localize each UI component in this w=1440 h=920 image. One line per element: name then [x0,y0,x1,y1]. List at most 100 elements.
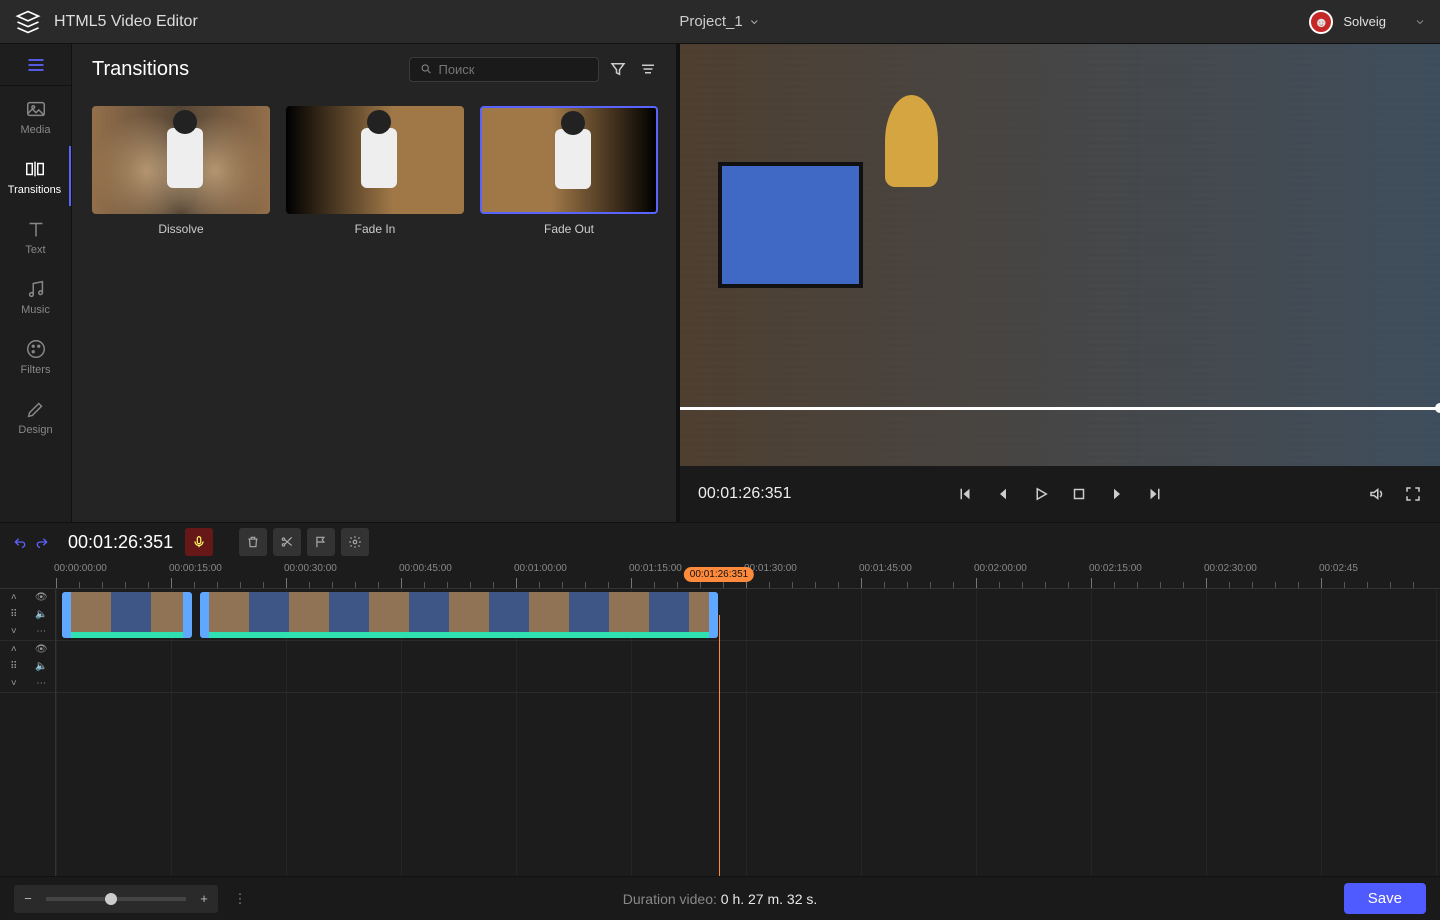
preview-scrub-bar[interactable] [680,407,1440,410]
transition-tile-fadeout[interactable]: Fade Out [480,106,658,236]
track-visible-icon[interactable]: 👁 [28,641,56,658]
next-frame-icon[interactable] [1108,485,1126,503]
cut-button[interactable] [273,528,301,556]
settings-button[interactable] [341,528,369,556]
playhead-marker[interactable]: 00:01:26:351 [684,567,754,582]
ruler-tick [1390,582,1391,588]
track-down-icon[interactable]: ˅ [0,675,28,692]
palette-icon [25,338,47,360]
tile-label: Fade In [355,222,396,236]
sidebar-item-media[interactable]: Media [0,86,71,146]
image-icon [25,98,47,120]
preview-timecode: 00:01:26:351 [698,485,791,503]
transition-tile-dissolve[interactable]: Dissolve [92,106,270,236]
track-more-icon[interactable]: ⋯ [28,675,56,692]
step-back-icon[interactable] [956,485,974,503]
browser-title: Transitions [92,58,189,81]
zoom-slider-handle[interactable] [105,893,117,905]
ruler-label: 00:01:45:00 [859,563,912,574]
project-selector[interactable]: Project_1 [679,13,760,30]
flag-icon [314,535,328,549]
ruler-tick [953,582,954,588]
preview-viewport[interactable] [680,44,1440,466]
ruler-tick [148,582,149,588]
ruler-tick [447,582,448,588]
ruler-tick [1068,582,1069,588]
zoom-menu-button[interactable]: ⋮ [228,885,252,913]
track-drag-icon[interactable]: ⠿ [0,606,28,623]
delete-button[interactable] [239,528,267,556]
track-drag-icon[interactable]: ⠿ [0,658,28,675]
track-row-1[interactable] [56,589,1440,641]
timeline-tracks: ˄👁 ⠿🔈 ˅⋯ ˄👁 ⠿🔈 ˅⋯ [0,589,1440,876]
app-title: HTML5 Video Editor [54,13,198,31]
track-up-icon[interactable]: ˄ [0,589,28,606]
transition-tile-fadein[interactable]: Fade In [286,106,464,236]
hamburger-button[interactable] [0,44,71,86]
timeline-ruler[interactable]: 00:00:00:0000:00:15:0000:00:30:0000:00:4… [0,561,1440,589]
marker-button[interactable] [307,528,335,556]
duration-value: 0 h. 27 m. 32 s. [721,891,818,907]
play-icon[interactable] [1032,485,1050,503]
sidebar-item-filters[interactable]: Filters [0,326,71,386]
track-mute-icon[interactable]: 🔈 [28,606,56,623]
track-row-2[interactable] [56,641,1440,693]
thumbnail [92,106,270,214]
search-input-wrapper[interactable] [409,57,599,82]
ruler-tick [815,582,816,588]
sidebar-item-label: Text [25,244,45,256]
browser-header: Transitions [72,44,679,86]
track-more-icon[interactable]: ⋯ [28,623,56,640]
ruler-tick [585,582,586,588]
undo-icon[interactable] [12,534,28,550]
sidebar-item-transitions[interactable]: Transitions [0,146,71,206]
step-forward-icon[interactable] [1146,485,1164,503]
filter-button[interactable] [607,58,629,80]
ruler-tick [677,582,678,588]
redo-icon[interactable] [34,534,50,550]
zoom-out-button[interactable]: − [14,885,42,913]
record-button[interactable] [185,528,213,556]
project-name: Project_1 [679,13,742,30]
preview-frame-image [680,44,1440,466]
track-head-video1: ˄👁 ⠿🔈 ˅⋯ [0,589,55,641]
zoom-controls: − + [14,885,218,913]
sidebar-item-design[interactable]: Design [0,386,71,446]
user-menu[interactable]: ☻ Solveig [1309,10,1426,34]
track-down-icon[interactable]: ˅ [0,623,28,640]
track-mute-icon[interactable]: 🔈 [28,658,56,675]
ruler-tick [332,582,333,588]
zoom-slider[interactable] [46,897,186,901]
track-up-icon[interactable]: ˄ [0,641,28,658]
playhead-line[interactable] [719,615,720,876]
preview-scrub-handle[interactable] [1435,403,1440,413]
track-visible-icon[interactable]: 👁 [28,589,56,606]
ruler-tick [838,582,839,588]
ruler-tick [1160,582,1161,588]
ruler-tick [907,582,908,588]
ruler-tick [378,582,379,588]
brush-icon [25,398,47,420]
sort-button[interactable] [637,58,659,80]
prev-frame-icon[interactable] [994,485,1012,503]
save-button[interactable]: Save [1344,883,1426,914]
video-clip[interactable] [200,592,718,638]
thumbnail [286,106,464,214]
stop-icon[interactable] [1070,485,1088,503]
sidebar-item-music[interactable]: Music [0,266,71,326]
clip-thumbnails [71,592,183,632]
logo-block: HTML5 Video Editor [14,8,198,36]
tracks-area[interactable] [56,589,1440,876]
ruler-tick [1252,582,1253,588]
search-input[interactable] [438,62,588,77]
fullscreen-icon[interactable] [1404,485,1422,503]
ruler-tick [700,582,701,588]
ruler-tick [125,582,126,588]
zoom-in-button[interactable]: + [190,885,218,913]
video-clip[interactable] [62,592,192,638]
volume-icon[interactable] [1368,485,1386,503]
sidebar: Media Transitions Text Music Filters Des… [0,44,72,522]
sidebar-item-text[interactable]: Text [0,206,71,266]
duration-label: Duration video: [623,891,721,907]
ruler-tick [999,582,1000,588]
